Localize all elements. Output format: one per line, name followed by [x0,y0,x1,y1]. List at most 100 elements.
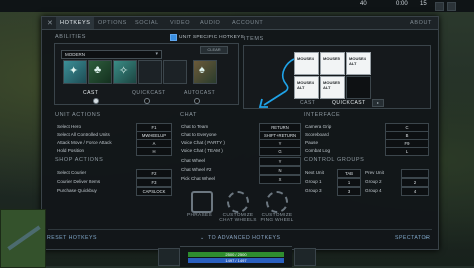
ability-slot-2[interactable]: ♣ [88,60,112,84]
interface-row: Pause F9 [305,139,429,148]
hotkey-voice-team[interactable]: G [259,147,301,156]
chat-wheel-gear-icon[interactable] [227,191,249,213]
chat-row: Chat to Team RETURN [181,123,301,132]
interface-row: Camera Grip C [305,123,429,132]
ability-2-icon: ♣ [94,64,102,76]
hotkey-next-unit[interactable]: TAB [337,169,361,178]
minimap-river [7,225,41,251]
tab-options[interactable]: OPTIONS [98,17,127,29]
menu-icon[interactable] [435,2,444,11]
hotkey-hold-position[interactable]: H [136,147,172,156]
ability-slot-ultimate[interactable]: ♠ [193,60,217,84]
hero-status-bar: 2500 / 2500 1497 / 1497 [180,246,292,267]
unit-specific-label: UNIT SPECIFIC HOTKEYS [179,35,245,40]
abilities-title: ABILITIES [55,34,87,40]
chat-row: Chat to Everyone SHIFT+RETURN [181,131,301,140]
settings-panel: ✕ HOTKEYS OPTIONS SOCIAL VIDEO AUDIO ACC… [41,16,439,250]
minimap[interactable] [0,209,46,268]
top-hud-bar: 40 0:00 15 [0,0,474,12]
chat-row: Chat Wheel #2 N [181,166,301,175]
settings-icon[interactable] [447,2,456,11]
annotation-arrow [258,58,295,108]
hotkey-chat-wheel-2[interactable]: N [259,166,301,175]
hotkey-prev-unit[interactable] [401,169,429,178]
shop-action-row: Select Courier F2 [57,169,172,178]
close-icon[interactable]: ✕ [47,19,53,27]
tab-social[interactable]: SOCIAL [135,17,159,29]
tab-account[interactable]: ACCOUNT [232,17,263,29]
unit-actions-title: UNIT ACTIONS [55,112,101,118]
annotation-arrow-shaft [263,90,287,106]
hero-portrait[interactable] [158,248,180,266]
items-title: ITEMS [244,36,264,42]
top-counter: 15 [420,1,427,7]
hotkey-combat-log[interactable]: L [385,147,429,156]
autocast-radio[interactable] [194,98,200,104]
hotkey-pick-chat-wheel[interactable]: X [259,175,301,184]
ping-wheel-gear-icon[interactable] [266,191,288,213]
hotkey-courier-deliver[interactable]: F3 [136,178,172,187]
interface-row: Scoreboard B [305,131,429,140]
control-groups-title: CONTROL GROUPS [304,157,365,163]
tab-about[interactable]: ABOUT [410,17,432,29]
hotkey-group-3[interactable]: 3 [337,187,361,196]
unit-action-row: Attack Move / Force Attack A [57,139,172,148]
hotkey-select-courier[interactable]: F2 [136,169,172,178]
cast-radio[interactable] [93,98,99,104]
phrases-icon[interactable] [191,191,213,213]
items-quickcast-mode[interactable]: QUICKCAST [332,100,366,106]
footer-divider [48,229,432,230]
hotkey-group-1[interactable]: 1 [337,178,361,187]
hotkey-purchase-quickbuy[interactable]: CAPSLOCK [136,187,172,196]
items-option-toggle[interactable]: ▸ [372,99,384,107]
cast-mode-autocast[interactable]: AUTOCAST [184,90,215,96]
cast-mode-cast[interactable]: CAST [83,90,98,96]
chat-row: Pick Chat Wheel X [181,175,301,184]
item-slot-5[interactable]: MOUSE5 ALT [320,76,345,99]
mana-bar: 1497 / 1497 [188,258,284,263]
hero-hotkey-dropdown[interactable]: MODERN ▾ [61,50,162,59]
unit-action-row: Hold Position H [57,147,172,156]
customize-ping-wheel-label[interactable]: CUSTOMIZE PING WHEEL [258,213,296,223]
health-bar: 2500 / 2500 [188,252,284,257]
chat-row: Voice Chat ( TEAM ) G [181,147,301,156]
shop-actions-title: SHOP ACTIONS [55,157,104,163]
clear-button[interactable]: CLEAR [200,46,228,54]
ability-slot-1[interactable]: ✦ [63,60,87,84]
item-slot-6[interactable] [346,76,371,99]
reset-hotkeys-link[interactable]: RESET HOTKEYS [47,235,97,241]
customize-chat-wheels-label[interactable]: CUSTOMIZE CHAT WHEELS [219,213,257,223]
unit-specific-checkbox[interactable] [170,34,177,41]
chevron-right-icon: » [425,235,429,241]
shop-action-row: Courier Deliver Items F3 [57,178,172,187]
hero-dropdown-value: MODERN [65,52,85,57]
top-hud-icons [435,2,456,11]
chat-row: Voice Chat ( PARTY ) Y [181,139,301,148]
hotkey-group-2[interactable]: 2 [401,178,429,187]
chevron-down-icon: ▾ [155,51,158,57]
chat-row: Chat Wheel Y [181,157,301,166]
shop-action-row: Purchase Quickbuy CAPSLOCK [57,187,172,196]
chevron-down-icon: ⌄ [200,235,205,241]
item-slot-2[interactable]: MOUSE5 [320,52,345,75]
ability-1-icon: ✦ [69,65,79,77]
advanced-hotkeys-link[interactable]: TO ADVANCED HOTKEYS [208,235,280,241]
cast-mode-quickcast[interactable]: QUICKCAST [132,90,166,96]
tab-hotkeys[interactable]: HOTKEYS [56,17,95,29]
quickcast-radio[interactable] [144,98,150,104]
control-group-row: Next Unit TAB Prev Unit [305,169,429,178]
game-clock: 0:00 [396,1,408,7]
unit-action-row: Select All Controlled Units MWHEELUP [57,131,172,140]
ability-slot-3[interactable]: ✧ [113,60,137,84]
tab-video[interactable]: VIDEO [170,17,190,29]
phrases-label[interactable]: PHRASES [187,213,212,218]
ability-3-icon: ✧ [119,65,129,77]
item-slot-3[interactable]: MOUSE4 ALT [346,52,371,75]
hotkey-chat-wheel[interactable]: Y [259,157,301,166]
inventory-preview[interactable] [294,248,316,266]
ability-slot-5[interactable] [163,60,187,84]
tab-audio[interactable]: AUDIO [200,17,220,29]
hotkey-group-4[interactable]: 4 [401,187,429,196]
unit-action-row: Select Hero F1 [57,123,172,132]
ability-slot-4[interactable] [138,60,162,84]
